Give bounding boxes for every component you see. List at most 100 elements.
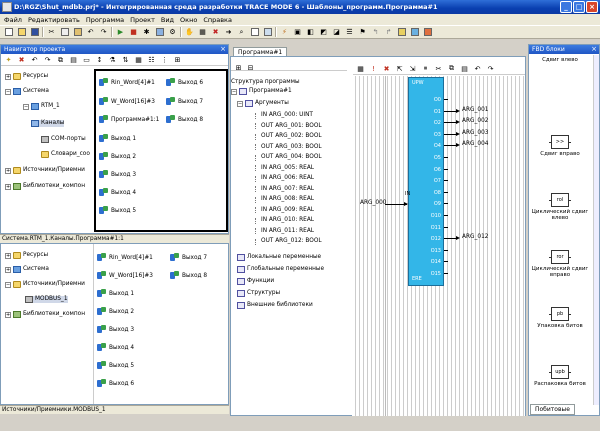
output-pin[interactable] [444,215,448,216]
new-icon[interactable] [3,27,14,38]
menu-edit[interactable]: Редактировать [28,16,80,24]
output-arg-label[interactable]: ARG_004 [462,141,488,147]
debug-icon[interactable]: ✱ [141,27,152,38]
program-section-item[interactable]: Функции [237,278,274,285]
filter-icon[interactable]: ⚗ [107,55,118,66]
output-pin[interactable] [444,99,448,100]
menu-file[interactable]: Файл [4,16,22,24]
copy-icon[interactable]: ⧉ [55,55,66,66]
tool-icon[interactable] [422,27,433,38]
sort-icon[interactable]: ⇅ [120,55,131,66]
list-item[interactable]: W_Word[16]#3 [97,271,153,280]
window-icon[interactable] [249,27,260,38]
argument-item[interactable]: OUT ARG_003: BOOL [255,144,322,151]
fbd-library-scrollbar[interactable] [593,55,599,405]
add-icon[interactable]: ✦ [3,55,14,66]
fbd-block-upw[interactable]: UPW IN ERE O0 O1 O2 O3 O4 O5 O6 O7 O8 O9 O10 O11 O12… [405,77,444,286]
menu-help[interactable]: Справка [203,16,232,24]
settings-icon[interactable]: ⚙ [167,27,178,38]
list-item[interactable]: Выход 6 [166,78,203,87]
menu-project[interactable]: Проект [130,16,155,24]
argument-item[interactable]: IN ARG_009: REAL [255,207,314,214]
list-item[interactable]: Выход 4 [99,188,136,197]
tool-icon[interactable]: ◩ [318,27,329,38]
undo-icon[interactable]: ↶ [472,63,483,74]
output-pin[interactable] [444,249,448,251]
zoom-icon[interactable]: ⌕ [236,27,247,38]
tool-icon[interactable] [396,27,407,38]
output-pin[interactable] [444,261,448,263]
menu-view[interactable]: Вид [161,16,174,24]
output-pin[interactable] [444,157,448,158]
tool-icon[interactable]: ▣ [292,27,303,38]
tool-icon[interactable]: ⚑ [357,27,368,38]
output-pin[interactable] [444,273,448,274]
input-arg-label[interactable]: ARG_000 [360,200,386,206]
hand-icon[interactable]: ✋ [184,27,195,38]
list-item[interactable]: Выход 8 [166,115,203,124]
program-section-item[interactable]: Структуры [237,290,280,297]
tree-item-dictionaries[interactable]: Словари_соо [41,151,90,158]
pause-icon[interactable]: ⏸ [420,63,431,74]
select-icon[interactable]: ▦ [355,63,366,74]
tool-icon[interactable]: ◧ [305,27,316,38]
cut-icon[interactable]: ✂ [433,63,444,74]
window-title-bar[interactable]: D:\RGZ\Shut_mdbb.prj* - Интегрированная … [0,0,600,14]
argument-item[interactable]: IN ARG_008: REAL [255,196,314,203]
argument-item[interactable]: OUT ARG_004: BOOL [255,154,322,161]
open-icon[interactable] [16,27,27,38]
run-icon[interactable]: ▶ [115,27,126,38]
undo-icon[interactable]: ↶ [29,55,40,66]
menu-program[interactable]: Программа [86,16,124,24]
close-button[interactable]: × [586,1,598,13]
program-section-item[interactable]: Глобальные переменные [237,266,324,273]
tool-icon[interactable]: ☰ [344,27,355,38]
tree-item-system[interactable]: + Система [5,266,49,273]
arrow-icon[interactable]: ➜ [223,27,234,38]
program-section-item[interactable]: Внешние библиотеки [237,302,313,309]
tree-item-libraries[interactable]: + Библиотеки_компон [5,311,85,318]
undo-icon[interactable]: ↶ [85,27,96,38]
tab-bitwise[interactable]: Побитовые [530,404,575,415]
tree-icon[interactable]: ⋮ [159,55,170,66]
move-icon[interactable]: ↕ [94,55,105,66]
paste-icon[interactable]: ▤ [459,63,470,74]
program-section-item[interactable]: Локальные переменные [237,254,321,261]
list-item[interactable]: Выход 2 [99,152,136,161]
list-item[interactable]: Выход 1 [97,289,134,298]
close-icon[interactable]: × [591,45,597,54]
copy-icon[interactable] [59,27,70,38]
cross-icon[interactable]: ✖ [381,63,392,74]
output-arg-label[interactable]: ARG_003 [462,130,488,136]
redo-icon[interactable]: ↷ [98,27,109,38]
output-pin[interactable] [444,191,448,193]
list-item[interactable]: Выход 5 [99,206,136,215]
tree-item-resources[interactable]: + Ресурсы [5,73,48,80]
close-icon[interactable]: × [220,45,226,54]
fbd-library-item[interactable]: pb Упаковка битов [525,307,595,329]
tree-item-channels[interactable]: Каналы [31,120,65,127]
step-icon[interactable]: ⇲ [407,63,418,74]
argument-item[interactable]: OUT ARG_001: BOOL [255,123,322,130]
output-arg-label[interactable]: ARG_001 [462,107,488,113]
delete-icon[interactable]: ⊟ [245,62,256,73]
stop-icon[interactable]: ■ [128,27,139,38]
argument-item[interactable]: OUT ARG_012: BOOL [255,238,322,245]
fbd-library-item[interactable]: upb Распаковка битов [525,365,595,387]
output-pin[interactable] [444,226,448,228]
add-icon[interactable]: ⊞ [233,62,244,73]
cross-icon[interactable]: ✖ [210,27,221,38]
tree-item-program-root[interactable]: − Программа#1 [231,88,292,95]
argument-item[interactable]: IN ARG_010: REAL [255,217,314,224]
list-item[interactable]: Выход 3 [97,325,134,334]
tree-item-sources[interactable]: + Источники/Приемни [5,167,85,174]
copy-icon[interactable]: ⧉ [446,63,457,74]
list-item[interactable]: Выход 5 [97,361,134,370]
argument-item[interactable]: IN ARG_007: REAL [255,186,314,193]
paste-icon[interactable]: ▤ [68,55,79,66]
fbd-library-item[interactable]: rol Циклический сдвиг влево [525,193,595,221]
list-item[interactable]: Выход 6 [97,379,134,388]
argument-item[interactable]: IN ARG_000: UINT [255,112,313,119]
tool-icon[interactable]: ◪ [331,27,342,38]
window-icon[interactable]: ▭ [81,55,92,66]
